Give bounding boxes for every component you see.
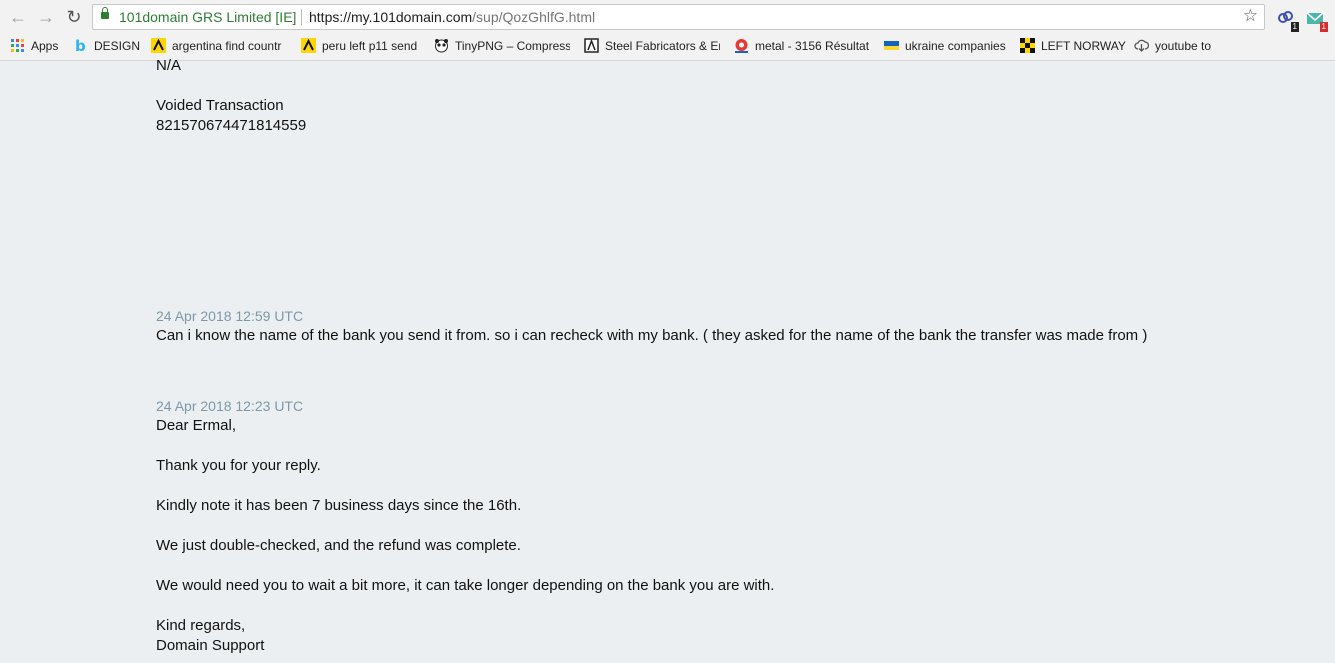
message-line: Can i know the name of the bank you send…: [156, 327, 1148, 344]
message-line: We just double-checked, and the refund w…: [156, 537, 521, 554]
checker-icon: [1020, 38, 1035, 53]
extension-badge: 1: [1290, 22, 1299, 32]
bookmark-metal[interactable]: metal - 3156 Résultat: [734, 38, 870, 54]
red-circle-icon: [734, 38, 749, 53]
bookmark-youtube-to[interactable]: youtube to: [1134, 38, 1211, 54]
bookmark-label: Steel Fabricators & Er: [605, 39, 720, 53]
bookmark-label: TinyPNG – Compress: [455, 39, 570, 53]
extension-badge: 1: [1319, 22, 1328, 32]
message-timestamp: 24 Apr 2018 12:59 UTC: [156, 308, 304, 324]
bookmark-peru[interactable]: peru left p11 send: [301, 38, 417, 54]
address-bar[interactable]: 101domain GRS Limited [IE] https://my.10…: [92, 4, 1265, 30]
message-item: 24 Apr 2018 12:59 UTC Can i know the nam…: [156, 306, 1306, 346]
bookmark-star-icon[interactable]: ☆: [1243, 6, 1258, 26]
bookmark-label: metal - 3156 Résultat: [755, 39, 870, 53]
url-host: https://my.101domain.com: [309, 9, 473, 25]
lock-icon: [101, 7, 109, 19]
bookmark-label: LEFT NORWAY: [1041, 39, 1126, 53]
bookmark-design[interactable]: b DESIGN: [73, 38, 140, 54]
message-line: Dear Ermal,: [156, 417, 237, 434]
ua-logo-icon: [884, 38, 899, 53]
message-line: Kindly note it has been 7 business days …: [156, 497, 522, 514]
extension-mail-icon[interactable]: 1: [1305, 8, 1328, 32]
site-identity[interactable]: 101domain GRS Limited [IE]: [119, 9, 296, 25]
previous-message-fragment: N/A: [156, 57, 182, 74]
bookmark-label: DESIGN: [94, 39, 141, 53]
address-separator: [301, 9, 302, 25]
bookmark-label: ukraine companies: [905, 39, 1006, 53]
extension-link-icon[interactable]: 1: [1276, 8, 1299, 32]
voided-transaction-label: Voided Transaction: [156, 97, 284, 114]
svg-text:b: b: [75, 38, 86, 53]
bookmark-ukraine[interactable]: ukraine companies: [884, 38, 1006, 54]
apps-grid-icon: [10, 38, 25, 53]
bookmark-label: youtube to: [1155, 39, 1212, 53]
toolbar: ← → ↻ 101domain GRS Limited [IE] https:/…: [0, 0, 1335, 34]
bookmark-tinypng[interactable]: TinyPNG – Compress: [434, 38, 570, 54]
bookmark-apps[interactable]: Apps: [10, 38, 58, 54]
voided-transaction-number: 821570674471814559: [156, 117, 307, 134]
support-thread: N/A Voided Transaction 82157067447181455…: [156, 56, 1306, 656]
bookmark-left-norway[interactable]: LEFT NORWAY: [1020, 38, 1126, 54]
bookmark-argentina[interactable]: argentina find countr: [151, 38, 287, 54]
directory-icon: [584, 38, 599, 53]
back-arrow-icon[interactable]: ←: [8, 7, 28, 27]
bookmark-steel[interactable]: Steel Fabricators & Er: [584, 38, 720, 54]
b-logo-icon: b: [73, 38, 88, 54]
bookmark-label: argentina find countr: [172, 39, 282, 53]
bookmarks-bar: Apps b DESIGN argentina find countr peru …: [0, 34, 1335, 58]
browser-chrome: ← → ↻ 101domain GRS Limited [IE] https:/…: [0, 0, 1335, 61]
message-line: Thank you for your reply.: [156, 457, 321, 474]
panda-icon: [434, 38, 449, 53]
reload-icon[interactable]: ↻: [64, 7, 84, 27]
message-line: Kind regards,: [156, 617, 246, 634]
bookmark-label: peru left p11 send: [322, 39, 418, 53]
url-text[interactable]: https://my.101domain.com/sup/QozGhlfG.ht…: [309, 9, 595, 25]
url-path: /sup/QozGhlfG.html: [472, 9, 596, 25]
cloud-download-icon: [1134, 38, 1150, 53]
yellow-pages-icon: [151, 38, 166, 53]
message-item: 24 Apr 2018 12:23 UTC Dear Ermal, Thank …: [156, 396, 1306, 656]
message-timestamp: 24 Apr 2018 12:23 UTC: [156, 398, 304, 414]
forward-arrow-icon[interactable]: →: [36, 7, 56, 27]
yellow-pages-icon: [301, 38, 316, 53]
message-line: We would need you to wait a bit more, it…: [156, 577, 775, 594]
bookmark-label: Apps: [31, 39, 59, 53]
message-line: Domain Support: [156, 637, 265, 654]
